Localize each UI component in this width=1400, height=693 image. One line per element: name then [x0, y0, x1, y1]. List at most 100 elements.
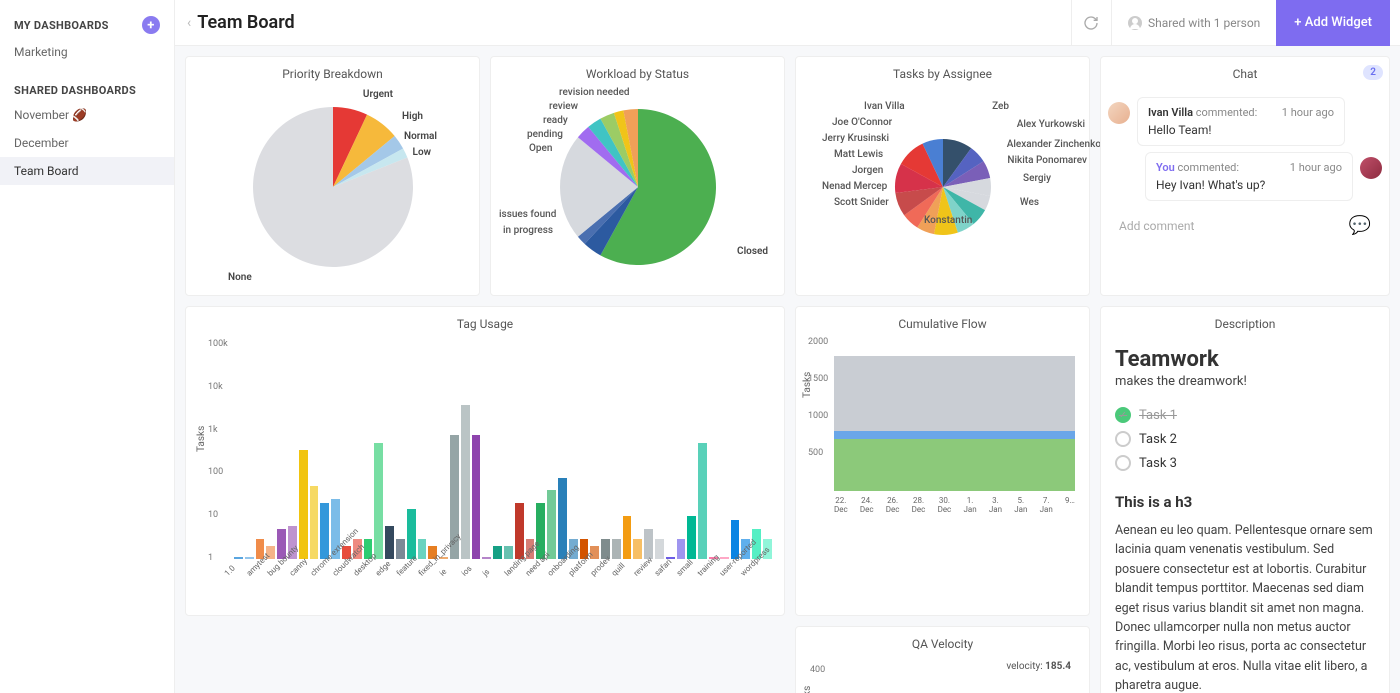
add-widget-button[interactable]: + Add Widget: [1276, 0, 1390, 46]
bar: [558, 478, 567, 559]
my-dashboards-header: MY DASHBOARDS +: [0, 12, 174, 38]
bar: [461, 405, 470, 559]
task-label: Task 2: [1139, 432, 1177, 447]
assignee-chart: Ivan VillaJoe O'ConnorJerry KrusinskiMat…: [804, 87, 1081, 287]
dashboard-grid: Priority Breakdown UrgentHighNormalLowNo…: [175, 46, 1400, 693]
task-label: Task 1: [1139, 408, 1177, 423]
bar: [687, 516, 696, 559]
refresh-button[interactable]: [1071, 0, 1111, 46]
topbar: ‹ Team Board Shared with 1 person + Add …: [175, 0, 1400, 46]
bar: [407, 509, 416, 559]
chat-time: 1 hour ago: [1282, 106, 1334, 119]
sidebar: MY DASHBOARDS + Marketing SHARED DASHBOA…: [0, 0, 175, 693]
y-axis-label: Tasks: [196, 426, 207, 452]
chart-label: review: [549, 101, 578, 112]
chart-label: Normal: [404, 131, 437, 142]
widget-description[interactable]: Description Teamwork makes the dreamwork…: [1100, 306, 1390, 693]
task-row[interactable]: Task 2: [1115, 427, 1375, 451]
sidebar-item[interactable]: December: [0, 129, 174, 157]
widget-title: QA Velocity: [804, 637, 1081, 651]
widget-title: Cumulative Flow: [804, 317, 1081, 331]
chart-label: issues found: [499, 209, 556, 220]
task-row[interactable]: Task 3: [1115, 451, 1375, 475]
bar: [418, 539, 427, 559]
bar: [655, 539, 664, 559]
bar: [623, 516, 632, 559]
chart-label: Konstantin: [924, 215, 972, 226]
chat-body-text: Hello Team!: [1148, 123, 1334, 137]
chart-label: Jorgen: [852, 165, 883, 176]
chart-label: in progress: [503, 225, 553, 236]
chart-label: Jerry Krusinski: [822, 133, 889, 144]
chat-input[interactable]: Add comment 💬: [1109, 207, 1381, 244]
widget-title: Workload by Status: [499, 67, 776, 81]
widget-qa-velocity[interactable]: QA Velocity velocity: 185.4 Tasks 100200…: [795, 626, 1090, 693]
chart-label: ready: [543, 115, 568, 126]
shared-with-label: Shared with 1 person: [1148, 16, 1260, 30]
shared-with-button[interactable]: Shared with 1 person: [1111, 0, 1276, 46]
checkbox-icon[interactable]: [1115, 431, 1131, 447]
sidebar-item[interactable]: Team Board: [0, 157, 174, 185]
priority-chart: UrgentHighNormalLowNone: [194, 87, 471, 287]
qa-velocity-chart: velocity: 185.4 Tasks 100200400: [804, 657, 1081, 693]
avatar: [1108, 102, 1130, 124]
checkbox-icon[interactable]: ✓: [1115, 407, 1131, 423]
tag-usage-chart: Tasks 1101001k10k100k 1.0amytestbug boun…: [194, 337, 776, 607]
chart-label: Matt Lewis: [834, 149, 883, 160]
main: ‹ Team Board Shared with 1 person + Add …: [175, 0, 1400, 693]
desc-paragraph: Aenean eu leo quam. Pellentesque ornare …: [1115, 521, 1375, 693]
my-dashboards-label: MY DASHBOARDS: [14, 19, 109, 32]
back-chevron-icon[interactable]: ‹: [181, 15, 197, 31]
chart-label: Sergiy: [1023, 173, 1051, 184]
widget-tag-usage[interactable]: Tag Usage Tasks 1101001k10k100k 1.0amyte…: [185, 306, 785, 616]
bar: [504, 546, 513, 559]
chat-author: You: [1156, 161, 1175, 174]
avatar: [1360, 157, 1382, 179]
widget-title: Tasks by Assignee: [804, 67, 1081, 81]
add-dashboard-button[interactable]: +: [142, 16, 160, 34]
bar: [472, 435, 481, 559]
desc-h3: This is a h3: [1115, 493, 1375, 511]
shared-dashboards-label: SHARED DASHBOARDS: [14, 84, 136, 97]
task-row[interactable]: ✓ Task 1: [1115, 403, 1375, 427]
bar: [245, 557, 254, 559]
chart-label: Scott Snider: [834, 197, 889, 208]
bar: [310, 486, 319, 559]
bar: [385, 526, 394, 559]
bar: [374, 443, 383, 559]
bar: [482, 557, 491, 559]
chart-label: High: [402, 111, 423, 122]
chart-label: Low: [413, 147, 431, 158]
workload-chart: Closed in progress issues found Open pending…: [499, 87, 776, 287]
widget-assignee[interactable]: Tasks by Assignee Ivan VillaJoe O'Connor…: [795, 56, 1090, 296]
widget-priority[interactable]: Priority Breakdown UrgentHighNormalLowNo…: [185, 56, 480, 296]
shared-dashboards-header: SHARED DASHBOARDS: [0, 80, 174, 101]
task-label: Task 3: [1139, 456, 1177, 471]
area-done: [834, 439, 1075, 491]
refresh-icon: [1083, 15, 1099, 31]
sidebar-item[interactable]: Marketing: [0, 38, 174, 66]
sidebar-item[interactable]: November 🏈: [0, 101, 174, 129]
chart-label: Closed: [737, 246, 768, 257]
chat-time: 1 hour ago: [1290, 161, 1342, 174]
page-title: Team Board: [197, 12, 294, 33]
cumulative-flow-chart: Tasks 500100015002000 22.Dec24.Dec26.Dec…: [804, 337, 1081, 517]
widget-title: Priority Breakdown: [194, 67, 471, 81]
widget-title: Tag Usage: [194, 317, 776, 331]
widget-chat[interactable]: Chat 2 Ivan Villa commented:1 hour ago H…: [1100, 56, 1390, 296]
widget-title: Description: [1109, 317, 1381, 331]
bar: [612, 539, 621, 559]
bar: [547, 490, 556, 559]
desc-heading: Teamwork: [1115, 347, 1375, 372]
chat-body-text: Hey Ivan! What's up?: [1156, 178, 1342, 192]
widget-cumulative-flow[interactable]: Cumulative Flow Tasks 500100015002000 22…: [795, 306, 1090, 616]
checkbox-icon[interactable]: [1115, 455, 1131, 471]
chart-label: Zeb: [992, 101, 1009, 112]
chat-badge: 2: [1363, 65, 1383, 80]
chart-label: Urgent: [363, 89, 393, 100]
chart-label: pending: [527, 129, 563, 140]
chat-author: Ivan Villa: [1148, 106, 1193, 119]
widget-title: Chat: [1109, 67, 1381, 81]
chart-label: Open: [529, 143, 552, 154]
widget-workload[interactable]: Workload by Status Closed in progress issu…: [490, 56, 785, 296]
